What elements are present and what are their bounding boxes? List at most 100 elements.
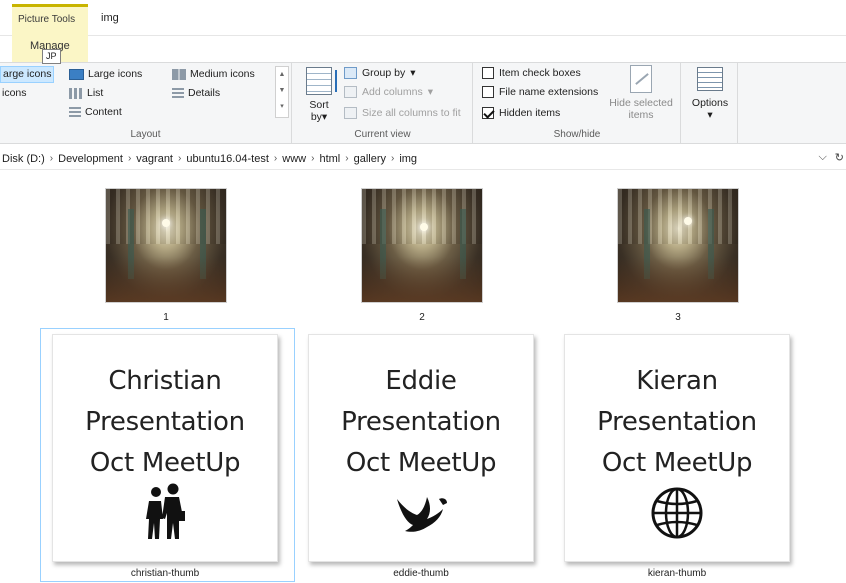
globe-icon (651, 487, 703, 539)
chevron-right-icon[interactable]: › (274, 153, 277, 164)
layout-item-label: List (87, 87, 104, 99)
hidden-items-label: Hidden items (499, 107, 561, 119)
sort-by-button[interactable]: Sort by▾ (303, 67, 337, 123)
window-title: img (101, 12, 119, 24)
medium-icons-icon (172, 69, 186, 80)
chevron-down-icon: ▾ (427, 86, 433, 98)
file-item-selected[interactable]: Christian Presentation Oct MeetUp christ… (52, 334, 278, 582)
layout-small-icons[interactable]: icons (0, 85, 29, 102)
file-item[interactable]: Kieran Presentation Oct MeetUp kieran-th… (564, 334, 790, 582)
layout-large-icons[interactable]: Large icons (67, 66, 144, 83)
title-bar: Picture Tools img (0, 0, 846, 62)
thumbnail-text: Eddie Presentation Oct MeetUp (309, 361, 533, 484)
breadcrumb-item[interactable]: www (282, 153, 306, 165)
add-columns-button[interactable]: Add columns ▾ (344, 83, 433, 101)
address-controls: ⌵ ↻ (818, 151, 844, 164)
group-by-icon (344, 67, 357, 79)
chevron-right-icon[interactable]: › (345, 153, 348, 164)
chevron-down-icon: ▾ (321, 111, 328, 123)
chevron-down-icon: ▾ (707, 109, 713, 121)
details-icon (172, 88, 184, 99)
sort-label-by: by (310, 111, 322, 123)
thumbnail-line: Christian (108, 366, 222, 396)
scroll-up-icon[interactable]: ▲ (276, 67, 288, 83)
file-name-extensions-checkbox[interactable] (482, 86, 494, 98)
file-item[interactable]: 3 (617, 188, 739, 328)
size-columns-label: Size all columns to fit (362, 107, 461, 119)
item-check-boxes-checkbox[interactable] (482, 67, 494, 79)
breadcrumb-item[interactable]: Development (58, 153, 123, 165)
picture-tools-label: Picture Tools (18, 14, 76, 25)
hide-selected-label-items: items (628, 109, 654, 121)
breadcrumb-item[interactable]: img (399, 153, 417, 165)
file-item[interactable]: Eddie Presentation Oct MeetUp eddie-thum… (308, 334, 534, 582)
chevron-down-icon: ▾ (410, 67, 416, 79)
hidden-items-checkbox[interactable] (482, 107, 494, 119)
ribbon: arge icons Large icons Medium icons icon… (0, 62, 846, 144)
thumbnail-line: Oct MeetUp (345, 448, 497, 478)
file-name: christian-thumb (130, 568, 200, 579)
thumbnail-line: Oct MeetUp (89, 448, 241, 478)
layout-gallery-scroller[interactable]: ▲ ▼ ▾ (275, 66, 289, 118)
current-view-group-label: Current view (354, 129, 411, 140)
breadcrumb-item[interactable]: vagrant (136, 153, 173, 165)
breadcrumb-item[interactable]: ubuntu16.04-test (186, 153, 269, 165)
chevron-down-icon[interactable]: ⌵ (818, 151, 826, 164)
sort-label: Sort (309, 99, 329, 111)
breadcrumb-item[interactable]: html (319, 153, 340, 165)
layout-details[interactable]: Details (170, 85, 222, 102)
layout-group: arge icons Large icons Medium icons icon… (0, 63, 292, 143)
layout-extra-large-icons[interactable]: arge icons (0, 66, 55, 83)
file-name-extensions-toggle[interactable]: File name extensions (482, 83, 598, 101)
options-button[interactable]: Options ▾ (686, 67, 734, 121)
group-by-button[interactable]: Group by ▾ (344, 64, 415, 82)
image-thumbnail: Kieran Presentation Oct MeetUp (564, 334, 790, 562)
file-list-pane[interactable]: 1 2 3 Christian Presentation Oct MeetUp (0, 171, 846, 583)
file-name-extensions-label: File name extensions (499, 86, 599, 98)
breadcrumb-item[interactable]: gallery (354, 153, 386, 165)
photo-thumbnail (361, 188, 483, 303)
thumbnail-line: Presentation (341, 407, 501, 437)
file-item[interactable]: 1 (105, 188, 227, 328)
thumbnail-line: Eddie (385, 366, 457, 396)
hidden-items-toggle[interactable]: Hidden items (482, 104, 560, 122)
chevron-right-icon[interactable]: › (391, 153, 394, 164)
bird-icon (397, 497, 447, 532)
file-name: 3 (675, 312, 681, 323)
layout-list[interactable]: List (67, 85, 105, 102)
image-thumbnail: Eddie Presentation Oct MeetUp (308, 334, 534, 562)
hide-selected-items-button[interactable]: Hide selected items (606, 65, 676, 121)
refresh-icon[interactable]: ↻ (835, 151, 844, 164)
current-view-group: Sort by▾ Group by ▾ Add columns ▾ Size a… (293, 63, 473, 143)
address-bar[interactable]: Disk (D:) › Development › vagrant › ubun… (0, 148, 846, 170)
layout-content[interactable]: Content (67, 104, 124, 121)
chevron-right-icon[interactable]: › (178, 153, 181, 164)
size-columns-button[interactable]: Size all columns to fit (344, 104, 461, 122)
group-by-label: Group by (362, 67, 406, 79)
layout-item-label: icons (2, 87, 27, 99)
options-group: Options ▾ (682, 63, 738, 143)
thumbnail-line: Presentation (597, 407, 757, 437)
item-check-boxes-toggle[interactable]: Item check boxes (482, 64, 581, 82)
layout-item-label: Content (85, 106, 122, 118)
file-item[interactable]: 2 (361, 188, 483, 328)
thumbnail-text: Christian Presentation Oct MeetUp (53, 361, 277, 484)
layout-medium-icons[interactable]: Medium icons (170, 66, 257, 83)
scroll-down-icon[interactable]: ▼ (276, 83, 288, 99)
large-icons-icon (69, 69, 84, 80)
expand-gallery-icon[interactable]: ▾ (276, 99, 288, 115)
sort-icon (306, 67, 337, 95)
add-columns-icon (344, 86, 357, 98)
thumbnail-text: Kieran Presentation Oct MeetUp (565, 361, 789, 484)
chevron-right-icon[interactable]: › (50, 153, 53, 164)
chevron-right-icon[interactable]: › (128, 153, 131, 164)
layout-item-label: arge icons (3, 68, 52, 80)
breadcrumb-item[interactable]: Disk (D:) (2, 153, 45, 165)
photo-thumbnail (617, 188, 739, 303)
layout-item-label: Details (188, 87, 221, 99)
options-icon (697, 67, 723, 91)
tooltip: JP (42, 49, 61, 64)
thumbnail-line: Presentation (85, 407, 245, 437)
layout-item-label: Large icons (88, 68, 143, 80)
chevron-right-icon[interactable]: › (311, 153, 314, 164)
